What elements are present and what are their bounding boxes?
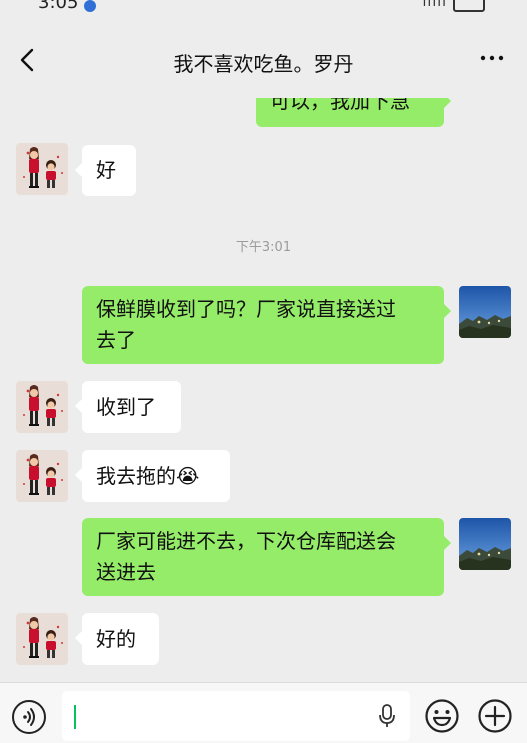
message-text-line: 送进去 <box>96 560 156 584</box>
more-dots-icon <box>480 55 504 61</box>
status-time: 3:05 <box>38 0 79 13</box>
status-bar: 3:05 ıllll <box>0 0 527 20</box>
self-avatar[interactable] <box>459 286 511 338</box>
microphone-icon[interactable] <box>378 703 396 729</box>
signal-icon: ıllll <box>422 0 447 10</box>
message-bubble-outgoing[interactable]: 保鲜膜收到了吗？厂家说直接送过 去了 <box>82 286 451 364</box>
emoji-button[interactable] <box>424 698 460 734</box>
self-avatar[interactable] <box>459 518 511 570</box>
input-bar <box>0 682 527 743</box>
message-text: 好 <box>96 158 116 182</box>
notification-dot-icon <box>84 0 96 12</box>
emoji-smile-icon <box>425 699 459 733</box>
message-text: 收到了 <box>96 395 156 419</box>
message-bubble-outgoing[interactable]: 厂家可能进不去，下次仓库配送会 送进去 <box>82 518 451 596</box>
contact-avatar[interactable] <box>16 143 68 195</box>
message-input[interactable] <box>62 691 410 741</box>
contact-avatar[interactable] <box>16 381 68 433</box>
battery-icon <box>453 0 485 12</box>
text-caret <box>74 705 76 729</box>
message-text-line: 厂家可能进不去，下次仓库配送会 <box>96 529 396 553</box>
chat-title: 我不喜欢吃鱼。罗丹 <box>173 52 354 76</box>
header-overlay: 我不喜欢吃鱼。罗丹 <box>0 20 527 98</box>
message-bubble-incoming[interactable]: 收到了 <box>75 381 181 433</box>
message-text-line: 去了 <box>96 328 136 352</box>
message-bubble-incoming[interactable]: 好的 <box>75 613 159 665</box>
message-bubble-incoming[interactable]: 好 <box>75 145 136 196</box>
voice-button[interactable] <box>12 700 46 734</box>
more-button[interactable] <box>477 42 507 74</box>
message-text: 我去拖的 <box>96 464 176 488</box>
voice-icon <box>23 708 35 726</box>
plus-circle-icon <box>478 699 512 733</box>
message-timestamp: 下午3:01 <box>235 240 292 255</box>
message-text-line: 保鲜膜收到了吗？厂家说直接送过 <box>96 297 396 321</box>
message-text: 好的 <box>96 627 136 651</box>
contact-avatar[interactable] <box>16 613 68 665</box>
message-bubble-incoming[interactable]: 我去拖的😭 <box>75 450 230 502</box>
crying-emoji-icon: 😭 <box>176 464 200 488</box>
contact-avatar[interactable] <box>16 450 68 502</box>
more-functions-button[interactable] <box>477 698 513 734</box>
